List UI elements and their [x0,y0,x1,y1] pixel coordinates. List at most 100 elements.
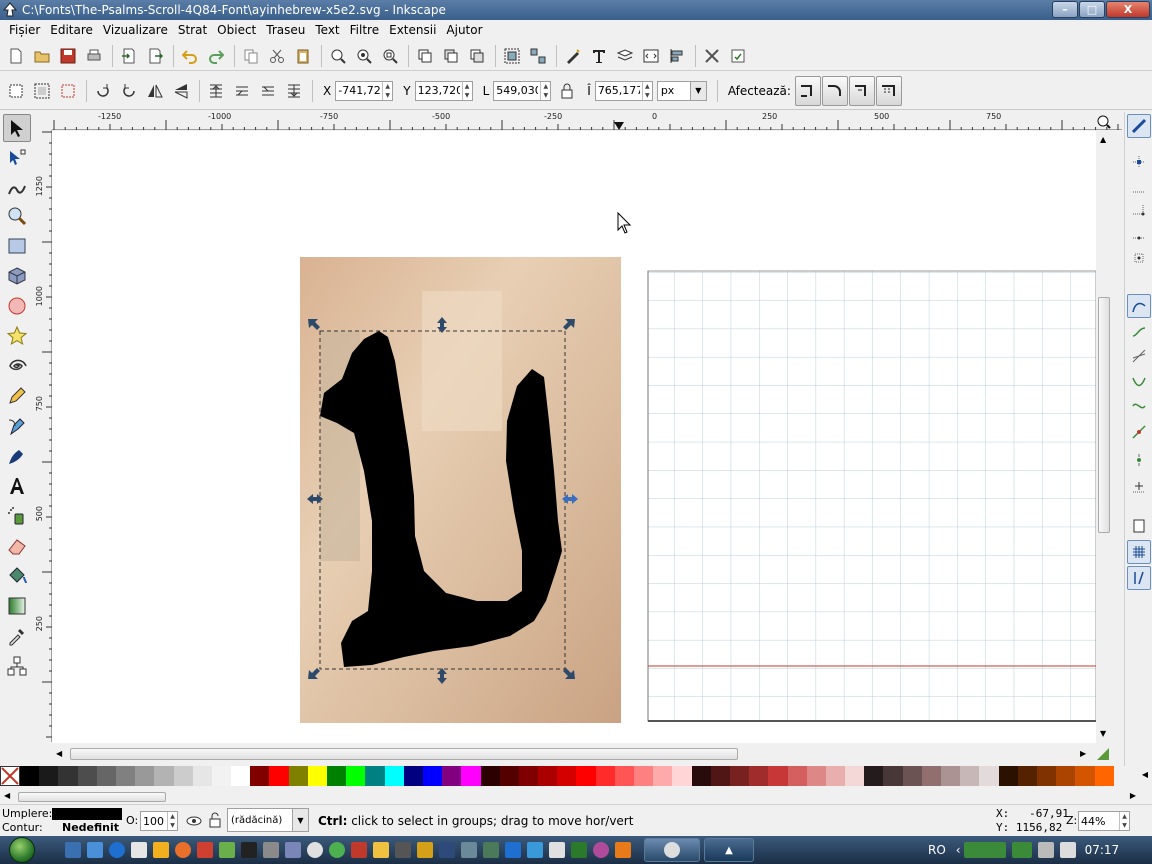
yellow-app-icon[interactable] [373,842,389,858]
network-meter-icon[interactable] [963,842,1006,858]
chrome-icon[interactable] [329,842,345,858]
height-spin-arrows[interactable]: ▲ ▼ [641,81,652,100]
tray-chevron-icon[interactable]: ‹ [956,843,961,857]
palette-swatch[interactable] [538,766,558,786]
floppy-icon[interactable] [131,842,147,858]
unlink-clone-button[interactable] [465,44,489,68]
snap-grid-toggle[interactable] [1127,540,1151,564]
palette-swatch[interactable] [231,766,251,786]
xml-editor-button[interactable] [639,44,663,68]
pen-tool[interactable] [3,412,31,440]
palette-swatch[interactable] [365,766,385,786]
transform-gradients-toggle[interactable] [848,75,875,106]
pencil-tool[interactable] [3,382,31,410]
disc-icon[interactable] [307,842,323,858]
connector-tool[interactable] [3,652,31,680]
print-button[interactable] [82,44,106,68]
selector-tool[interactable] [3,114,31,142]
taskbar-overflow-button[interactable]: ▲ [704,838,754,862]
lower-button[interactable] [256,79,280,103]
snap-page-border-toggle[interactable] [1127,514,1151,538]
undo-button[interactable] [178,44,202,68]
fill-swatch[interactable] [52,808,122,820]
rotate-cw-button[interactable] [117,79,141,103]
palette-swatch[interactable] [634,766,654,786]
palette-swatch[interactable] [960,766,980,786]
fill-stroke-button[interactable] [561,44,585,68]
calculator-icon[interactable] [263,842,279,858]
clone-button[interactable] [439,44,463,68]
vertical-scrollbar[interactable]: ▲ ▼ [1096,131,1112,743]
palette-swatch[interactable] [211,766,232,786]
palette-swatch[interactable] [77,766,97,786]
spray-tool[interactable] [3,502,31,530]
terminal-app-icon[interactable] [527,842,543,858]
palette-swatch[interactable] [39,766,59,786]
snap-bbox-corner-toggle[interactable] [1127,198,1151,222]
x-spinbox[interactable]: ▲▼ [335,80,394,101]
export-button[interactable] [143,44,167,68]
cut-button[interactable] [265,44,289,68]
palette-swatch[interactable] [729,766,750,786]
snap-intersections-toggle[interactable] [1127,344,1151,368]
palette-swatch[interactable] [653,766,673,786]
calligraphy-tool[interactable] [3,442,31,470]
select-all-button[interactable] [4,79,28,103]
palette-swatch[interactable] [1056,766,1076,786]
transform-patterns-toggle[interactable] [875,75,902,106]
palette-swatch[interactable] [691,766,711,786]
palette-swatch[interactable] [58,766,78,786]
duplicate-button[interactable] [413,44,437,68]
minimize-button[interactable]: – [1052,1,1078,18]
select-all-layers-button[interactable] [30,79,54,103]
network-app-icon[interactable] [483,842,499,858]
snap-paths-toggle[interactable] [1127,320,1151,344]
close-button[interactable]: X [1106,1,1150,18]
snap-rotation-center-toggle[interactable] [1127,474,1151,498]
horizontal-scroll-thumb[interactable] [70,748,738,760]
paint-bucket-tool[interactable] [3,562,31,590]
tools-launcher-icon[interactable] [219,842,235,858]
height-spinbox[interactable]: ▲▼ [594,80,653,101]
palette-swatch[interactable] [1017,766,1037,786]
opacity-spin-arrows[interactable]: ▲ ▼ [167,812,177,830]
command-prompt-icon[interactable] [241,842,257,858]
palette-swatch[interactable] [825,766,846,786]
palette-swatch[interactable] [883,766,903,786]
snap-bbox-edge-toggle[interactable] [1127,174,1151,198]
tweak-tool[interactable] [3,174,31,202]
palette-swatch[interactable] [192,766,212,786]
palette-swatch[interactable] [20,766,40,786]
zoom-spinbox[interactable]: ▲▼ [1078,811,1130,831]
zoom-tool[interactable] [3,202,31,230]
snap-enable-toggle[interactable] [1127,114,1151,138]
menu-extensions[interactable]: Extensii [384,23,441,37]
palette-swatch[interactable] [384,766,404,786]
menu-help[interactable]: Ajutor [441,23,487,37]
palette-swatch[interactable] [403,766,423,786]
star-tool[interactable] [3,322,31,350]
palette-swatch[interactable] [902,766,922,786]
scroll-up-icon[interactable]: ▲ [1100,135,1106,144]
palette-swatch[interactable] [845,766,865,786]
maximize-button[interactable]: □ [1079,1,1105,18]
title-bar[interactable]: C:\Fonts\The-Psalms-Scroll-4Q84-Font\ayi… [0,0,1152,20]
switch-windows-icon[interactable] [87,842,103,858]
cpu-meter-icon[interactable] [1011,842,1032,858]
import-button[interactable] [117,44,141,68]
redo-button[interactable] [204,44,228,68]
palette-swatch[interactable] [518,766,539,786]
snap-cusp-nodes-toggle[interactable] [1127,370,1151,394]
x-spin-arrows[interactable]: ▲ ▼ [382,81,392,100]
rectangle-tool[interactable] [3,232,31,260]
palette-swatch[interactable] [480,766,500,786]
deselect-button[interactable] [56,79,80,103]
width-input[interactable] [494,81,541,100]
palette-swatch[interactable] [1075,766,1095,786]
palette-swatch[interactable] [499,766,519,786]
scroll-left-icon[interactable]: ◀ [4,791,10,800]
ungroup-button[interactable] [526,44,550,68]
dark-app-icon[interactable] [439,842,455,858]
palette-swatch[interactable] [749,766,769,786]
zoom-page-button[interactable] [378,44,402,68]
